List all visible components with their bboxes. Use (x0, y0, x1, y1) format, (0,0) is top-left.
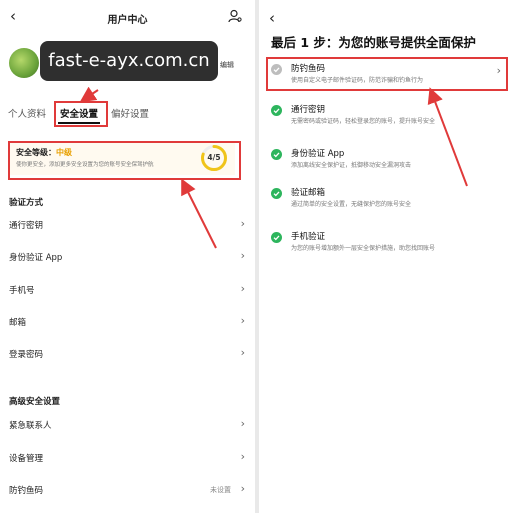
step-item-title: 手机验证 (291, 232, 326, 242)
step-authenticator-app: 身份验证 App 添加离线安全保护证，抵御移动安全漏洞攻击 (271, 147, 501, 171)
chevron-right-icon: › (240, 249, 245, 262)
tab-profile[interactable]: 个人资料 (8, 106, 46, 120)
menu-item-label: 通行密钥 (9, 221, 44, 231)
menu-item-label: 手机号 (9, 286, 35, 296)
chevron-right-icon: › (240, 314, 245, 327)
chevron-right-icon: › (240, 217, 245, 230)
menu-item-label: 邮箱 (9, 318, 27, 328)
page-title: 用户中心 (107, 15, 148, 26)
chevron-right-icon: › (240, 450, 245, 463)
highlight-box-tab (54, 101, 108, 127)
step-item-description: 添加离线安全保护证，抵御移动安全漏洞攻击 (291, 162, 412, 169)
chevron-right-icon: › (240, 346, 245, 359)
menu-item-device-management[interactable]: 设备管理 › (9, 449, 245, 467)
step-title: 最后 1 步：为您的账号提供全面保护 (271, 35, 476, 50)
step-item-title: 通行密钥 (291, 105, 326, 115)
chevron-right-icon: › (240, 282, 245, 295)
highlight-box-security (8, 141, 241, 180)
menu-item-value: 未设置 (210, 486, 231, 494)
menu-item-label: 登录密码 (9, 350, 44, 360)
chevron-right-icon: › (240, 482, 245, 495)
menu-item-login-password[interactable]: 登录密码 › (9, 345, 245, 363)
step-item-description: 通过简单的安全设置，无缝保护您的账号安全 (291, 201, 412, 208)
step-done-check-icon (271, 232, 282, 243)
step-done-check-icon (271, 188, 282, 199)
menu-item-label: 身份验证 App (9, 253, 63, 263)
tab-preferences[interactable]: 偏好设置 (111, 106, 149, 120)
step-passkey: 通行密钥 无需密码或验证码，轻松登录您的账号，提升账号安全 (271, 103, 501, 127)
chevron-right-icon: › (240, 417, 245, 430)
verify-methods-title: 验证方式 (9, 198, 44, 208)
step-done-check-icon (271, 105, 282, 116)
step-phone-verify: 手机验证 为您的账号增加额外一层安全保护措施，助您找回账号 (271, 230, 501, 254)
menu-item-label: 紧急联系人 (9, 421, 52, 431)
user-settings-icon[interactable] (228, 9, 242, 23)
menu-item-phone[interactable]: 手机号 › (9, 281, 245, 299)
watermark-banner: fast-e-ayx.com.cn (40, 41, 218, 81)
step-item-description: 为您的账号增加额外一层安全保护措施，助您找回账号 (291, 245, 436, 252)
step-done-check-icon (271, 149, 282, 160)
back-arrow-icon[interactable]: ‹ (269, 11, 275, 26)
menu-item-anti-phishing-code[interactable]: 防钓鱼码 未设置 › (9, 481, 245, 499)
security-steps-panel: ‹ 最后 1 步：为您的账号提供全面保护 防钓鱼码 使用自定义电子邮件验证码，防… (259, 0, 511, 513)
advanced-security-title: 高级安全设置 (9, 397, 61, 407)
step-item-title: 身份验证 App (291, 149, 345, 159)
step-item-description: 无需密码或验证码，轻松登录您的账号，提升账号安全 (291, 118, 436, 125)
menu-item-authenticator-app[interactable]: 身份验证 App › (9, 248, 245, 266)
avatar[interactable] (9, 48, 39, 78)
user-center-panel: ‹ 用户中心 编辑 个人资料 安全设置 偏好设置 安全等级：中级 使你更安全，添… (0, 0, 255, 513)
menu-item-label: 防钓鱼码 (9, 486, 44, 496)
menu-item-email[interactable]: 邮箱 › (9, 313, 245, 331)
edit-profile-button[interactable]: 编辑 (220, 60, 234, 70)
menu-item-passkey[interactable]: 通行密钥 › (9, 216, 245, 234)
step-verify-email: 验证邮箱 通过简单的安全设置，无缝保护您的账号安全 (271, 186, 501, 210)
menu-item-label: 设备管理 (9, 454, 44, 464)
menu-item-emergency-contact[interactable]: 紧急联系人 › (9, 416, 245, 434)
highlight-box-anti-phishing (266, 57, 508, 91)
step-item-title: 验证邮箱 (291, 188, 326, 198)
